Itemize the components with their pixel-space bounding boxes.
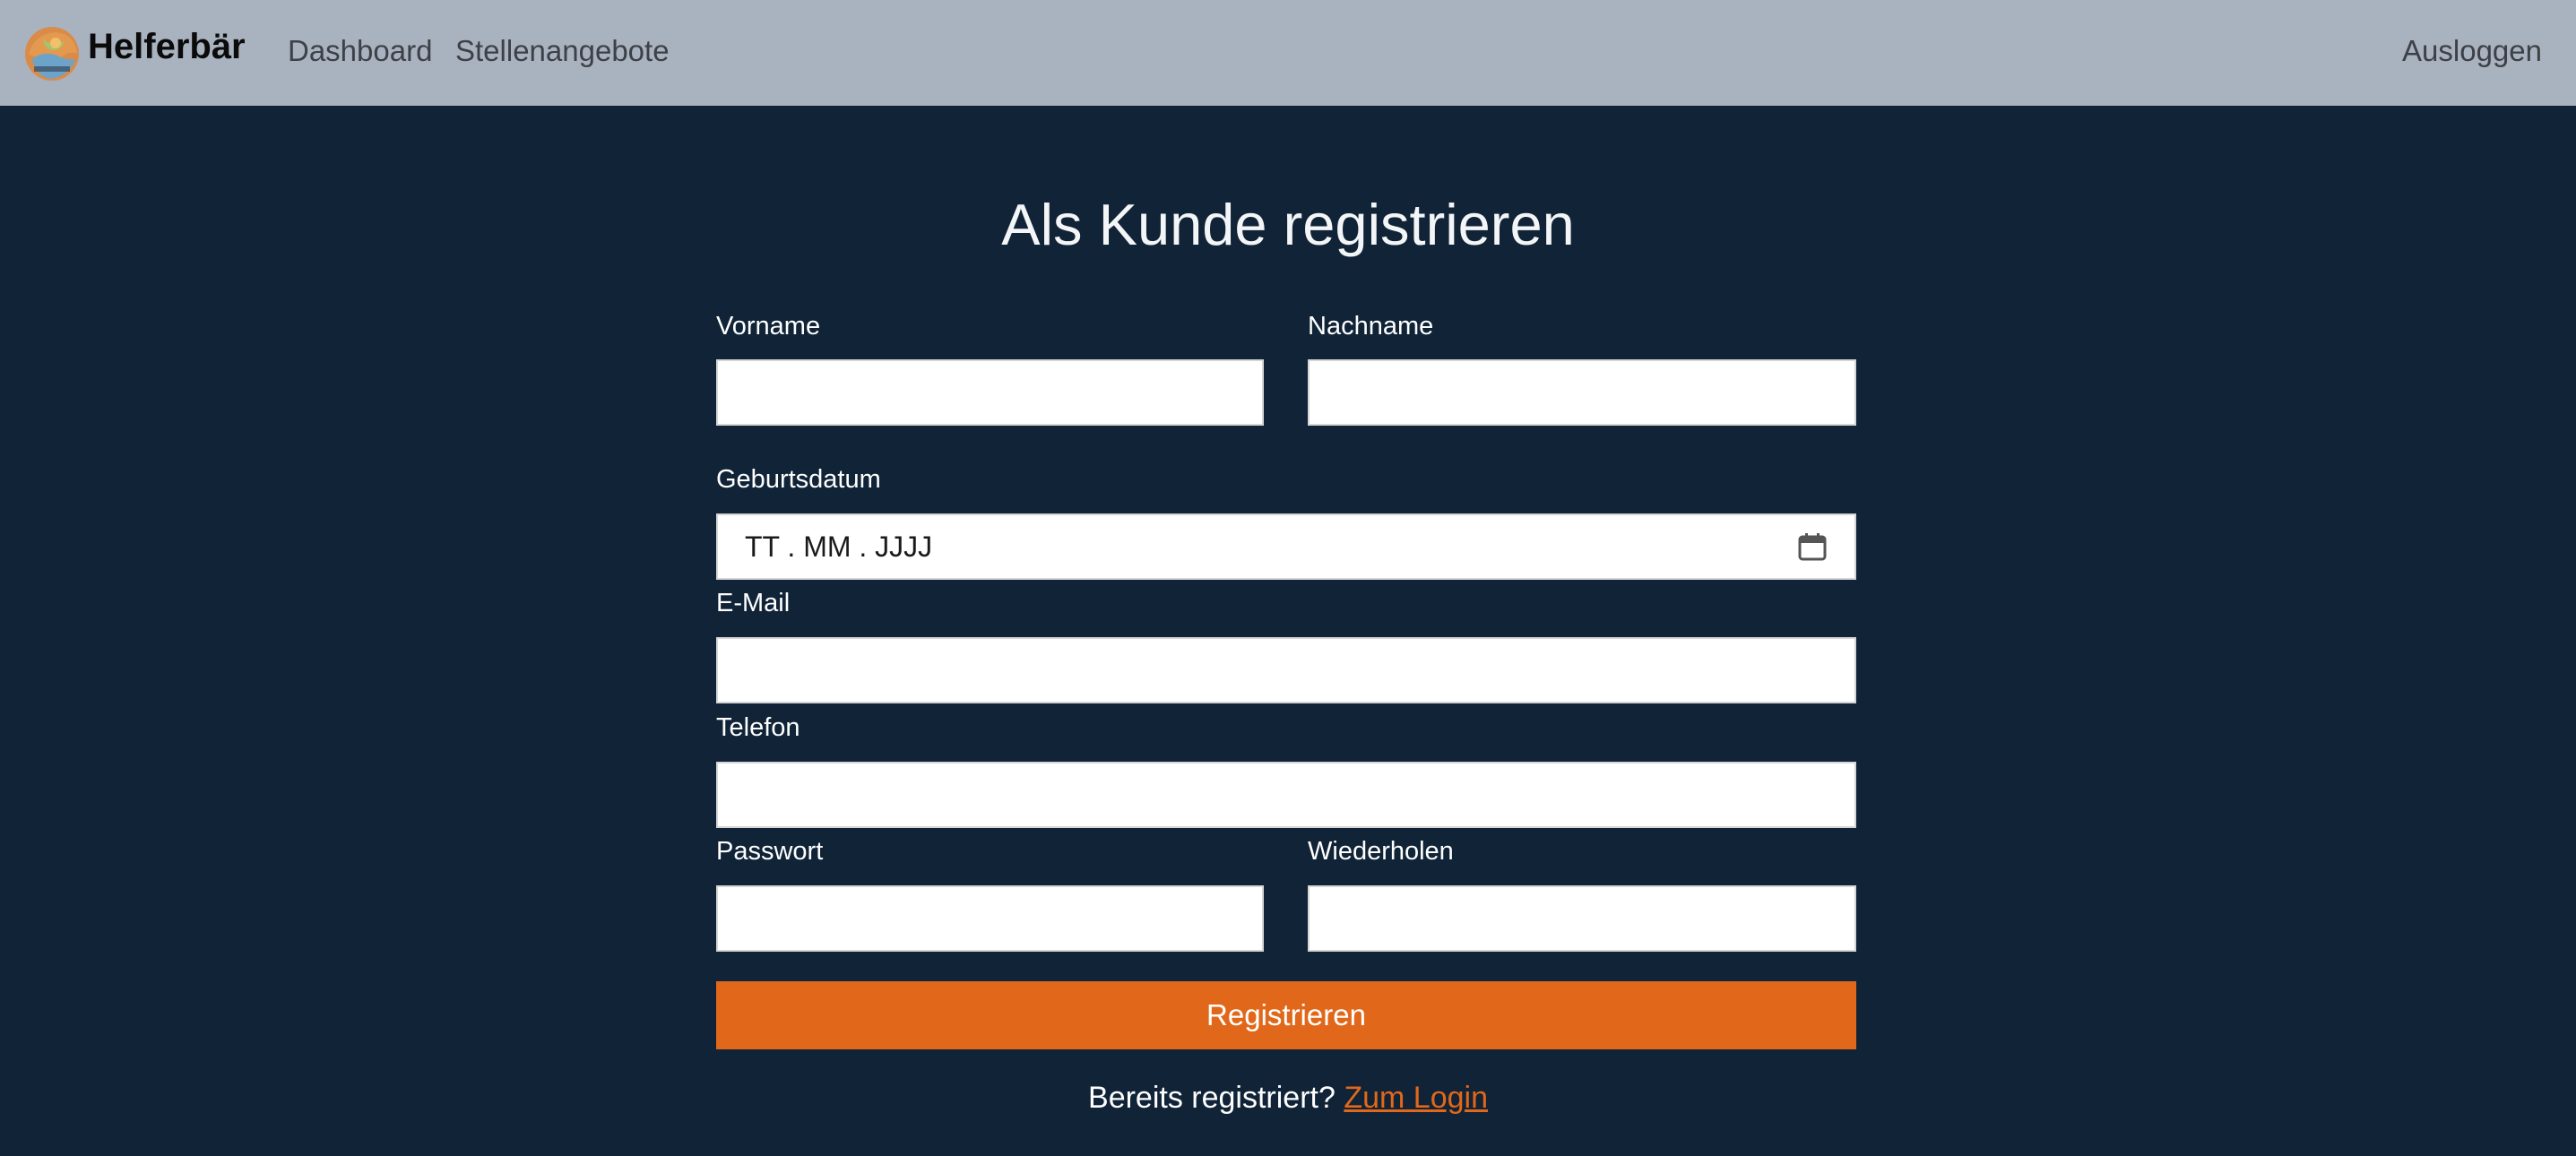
login-link[interactable]: Zum Login [1344,1081,1488,1115]
last-name-label: Nachname [1308,312,1434,341]
password-input[interactable] [716,885,1264,952]
password-label: Passwort [716,837,824,866]
nav-jobs-link[interactable]: Stellenangebote [455,34,670,68]
last-name-input[interactable] [1308,359,1856,426]
bear-logo-icon [25,27,79,81]
already-registered-text: Bereits registriert? [1088,1081,1336,1115]
already-registered-line: Bereits registriert? Zum Login [0,1081,2576,1116]
email-label: E-Mail [716,589,791,617]
phone-label: Telefon [716,713,800,742]
first-name-label: Vorname [716,312,821,341]
brand-name: Helferbär [88,27,246,66]
first-name-input[interactable] [716,359,1264,426]
calendar-icon[interactable] [1797,531,1828,562]
navbar: Helferbär Dashboard Stellenangebote Ausl… [0,0,2576,106]
birthdate-placeholder: TT . MM . JJJJ [745,530,933,563]
birthdate-input[interactable]: TT . MM . JJJJ [716,513,1856,580]
email-input[interactable] [716,637,1856,703]
brand-home-link[interactable]: Helferbär [16,23,246,84]
password-repeat-label: Wiederholen [1308,837,1454,866]
register-button[interactable]: Registrieren [716,981,1856,1049]
phone-input[interactable] [716,762,1856,828]
birthdate-label: Geburtsdatum [716,465,881,494]
nav-dashboard-link[interactable]: Dashboard [288,34,432,68]
page-title: Als Kunde registrieren [1001,192,1575,257]
nav-logout-link[interactable]: Ausloggen [2402,34,2542,68]
password-repeat-input[interactable] [1308,885,1856,952]
